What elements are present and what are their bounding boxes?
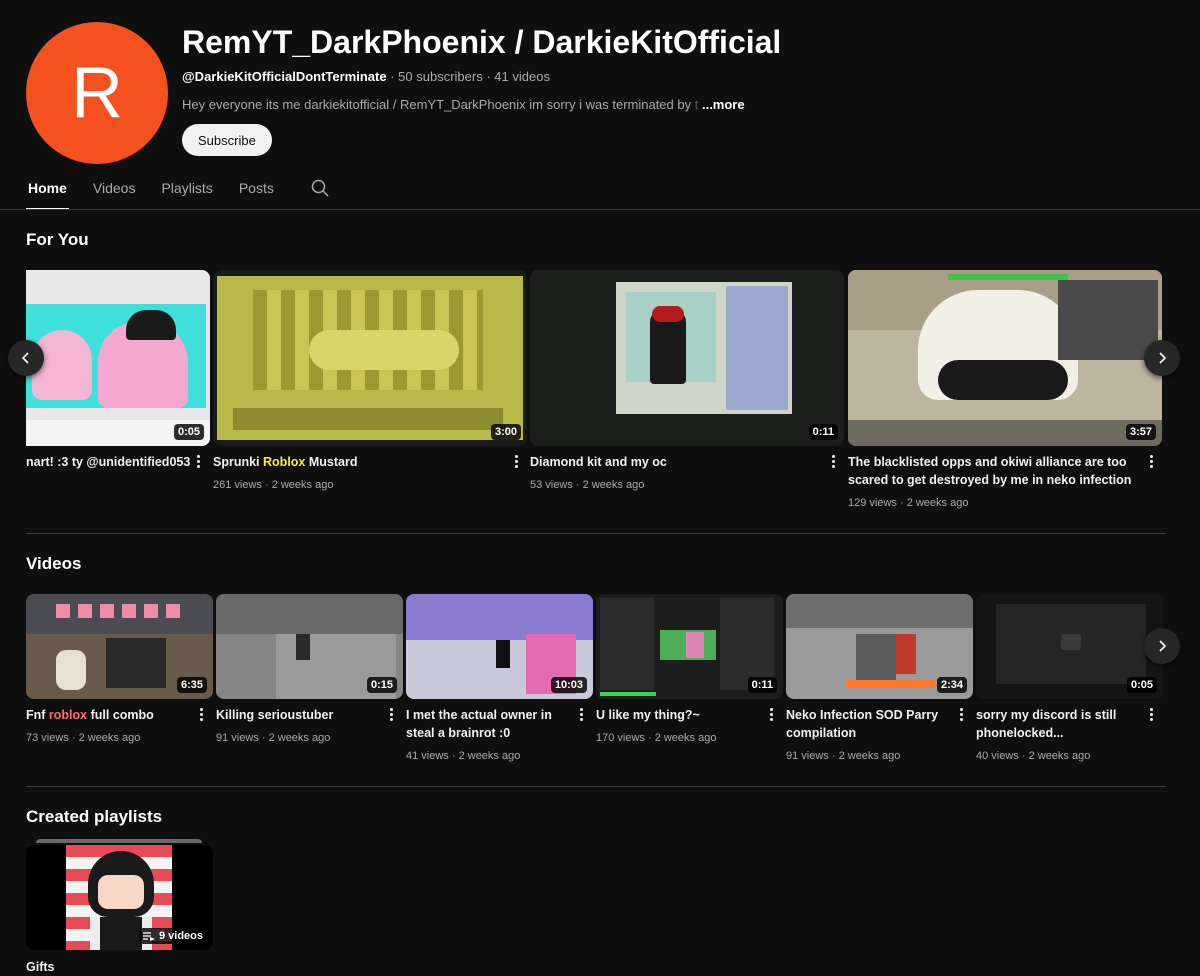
video-stats: 40 views · 2 weeks ago xyxy=(976,750,1091,762)
title-highlight: Roblox xyxy=(263,455,306,469)
video-stats: 129 views · 2 weeks ago xyxy=(848,497,969,509)
chevron-right-icon xyxy=(1159,352,1167,364)
video-count: 41 videos xyxy=(494,69,550,84)
playlist-count-badge: 9 videos xyxy=(138,928,207,944)
more-actions-icon[interactable] xyxy=(195,455,201,471)
video-stats: 91 views · 2 weeks ago xyxy=(786,750,901,762)
video-title[interactable]: Fnf roblox full combo xyxy=(26,706,191,724)
more-actions-icon[interactable] xyxy=(578,708,584,724)
video-duration: 0:11 xyxy=(747,677,777,693)
channel-avatar[interactable]: R xyxy=(26,22,168,164)
channel-name: RemYT_DarkPhoenix / DarkieKitOfficial xyxy=(182,24,782,60)
tab-playlists[interactable]: Playlists xyxy=(159,168,214,210)
more-actions-icon[interactable] xyxy=(1148,455,1154,471)
more-actions-icon[interactable] xyxy=(1148,708,1154,724)
tab-posts[interactable]: Posts xyxy=(237,168,276,210)
video-stats: 41 views · 2 weeks ago xyxy=(406,750,521,762)
video-title[interactable]: The blacklisted opps and okiwi alliance … xyxy=(848,453,1133,489)
video-duration: 10:03 xyxy=(550,677,587,693)
more-actions-icon[interactable] xyxy=(768,708,774,724)
subscribe-button[interactable]: Subscribe xyxy=(182,124,272,156)
more-link[interactable]: ...more xyxy=(702,97,745,112)
video-duration: 0:05 xyxy=(173,424,204,440)
more-actions-icon[interactable] xyxy=(198,708,204,724)
video-title[interactable]: sorry my discord is still phonelocked... xyxy=(976,706,1136,742)
video-title[interactable]: nart! :3 ty @unidentified053 xyxy=(26,453,196,471)
tab-videos[interactable]: Videos xyxy=(91,168,138,210)
video-thumbnail[interactable]: 3:00 xyxy=(213,270,527,446)
video-duration: 0:11 xyxy=(808,424,838,440)
video-thumbnail[interactable]: 0:15 xyxy=(216,594,403,699)
video-thumbnail[interactable]: 0:05 xyxy=(976,594,1163,699)
section-title-for-you: For You xyxy=(26,230,89,249)
video-duration: 2:34 xyxy=(936,677,967,693)
video-stats: 91 views · 2 weeks ago xyxy=(216,732,331,744)
video-title[interactable]: I met the actual owner in steal a brainr… xyxy=(406,706,566,742)
carousel-next-button[interactable] xyxy=(1144,340,1180,376)
more-actions-icon[interactable] xyxy=(830,455,836,471)
subscriber-count: 50 subscribers xyxy=(398,69,483,84)
section-divider xyxy=(26,786,1166,787)
video-stats: 53 views · 2 weeks ago xyxy=(530,479,645,491)
search-icon[interactable] xyxy=(310,178,330,198)
video-stats: 170 views · 2 weeks ago xyxy=(596,732,717,744)
tab-home[interactable]: Home xyxy=(26,168,69,210)
title-text: Mustard xyxy=(305,455,358,469)
carousel-previous-button[interactable] xyxy=(8,340,44,376)
more-actions-icon[interactable] xyxy=(958,708,964,724)
video-thumbnail[interactable]: 3:57 xyxy=(848,270,1162,446)
video-duration: 0:15 xyxy=(366,677,397,693)
playlist-thumbnail[interactable]: 9 videos xyxy=(26,845,213,950)
chevron-right-icon xyxy=(1159,640,1167,652)
video-title[interactable]: Neko Infection SOD Parry compilation xyxy=(786,706,946,742)
video-title[interactable]: Sprunki Roblox Mustard xyxy=(213,453,503,471)
channel-handle[interactable]: @DarkieKitOfficialDontTerminate xyxy=(182,69,387,84)
video-thumbnail[interactable]: 0:11 xyxy=(596,594,783,699)
meta-separator: · xyxy=(390,69,399,84)
video-duration: 3:00 xyxy=(490,424,521,440)
video-stats: 73 views · 2 weeks ago xyxy=(26,732,141,744)
playlist-count: 9 videos xyxy=(158,930,203,942)
video-thumbnail[interactable]: 2:34 xyxy=(786,594,973,699)
playlist-stack-edge xyxy=(36,839,202,843)
carousel-next-button[interactable] xyxy=(1144,628,1180,664)
video-duration: 0:05 xyxy=(1126,677,1157,693)
tabs-divider xyxy=(0,209,1200,210)
description-fade: t xyxy=(691,97,699,112)
video-duration: 3:57 xyxy=(1125,424,1156,440)
title-text: Fnf xyxy=(26,708,49,722)
section-title-videos: Videos xyxy=(26,554,82,573)
section-divider xyxy=(26,533,1166,534)
title-highlight: roblox xyxy=(48,708,88,722)
section-title-playlists: Created playlists xyxy=(26,807,163,826)
video-duration: 6:35 xyxy=(176,677,207,693)
avatar-letter: R xyxy=(71,53,123,133)
title-text: full combo xyxy=(87,708,154,722)
video-thumbnail[interactable]: 6:35 xyxy=(26,594,213,699)
description-text: Hey everyone its me darkiekitofficial / … xyxy=(182,97,692,112)
channel-tabs: Home Videos Playlists Posts xyxy=(26,168,330,210)
playlist-icon xyxy=(142,932,155,941)
video-thumbnail[interactable]: 0:05 xyxy=(26,270,210,446)
video-title[interactable]: U like my thing?~ xyxy=(596,706,756,724)
title-text: Sprunki xyxy=(213,455,264,469)
more-actions-icon[interactable] xyxy=(388,708,394,724)
more-actions-icon[interactable] xyxy=(513,455,519,471)
video-thumbnail[interactable]: 10:03 xyxy=(406,594,593,699)
channel-description[interactable]: Hey everyone its me darkiekitofficial / … xyxy=(182,97,745,112)
playlist-title[interactable]: Gifts xyxy=(26,958,206,976)
channel-meta: @DarkieKitOfficialDontTerminate · 50 sub… xyxy=(182,69,550,84)
video-thumbnail[interactable]: 0:11 xyxy=(530,270,844,446)
chevron-left-icon xyxy=(21,352,29,364)
video-title[interactable]: Killing serioustuber xyxy=(216,706,381,724)
video-title[interactable]: Diamond kit and my oc xyxy=(530,453,820,471)
video-stats: 261 views · 2 weeks ago xyxy=(213,479,334,491)
